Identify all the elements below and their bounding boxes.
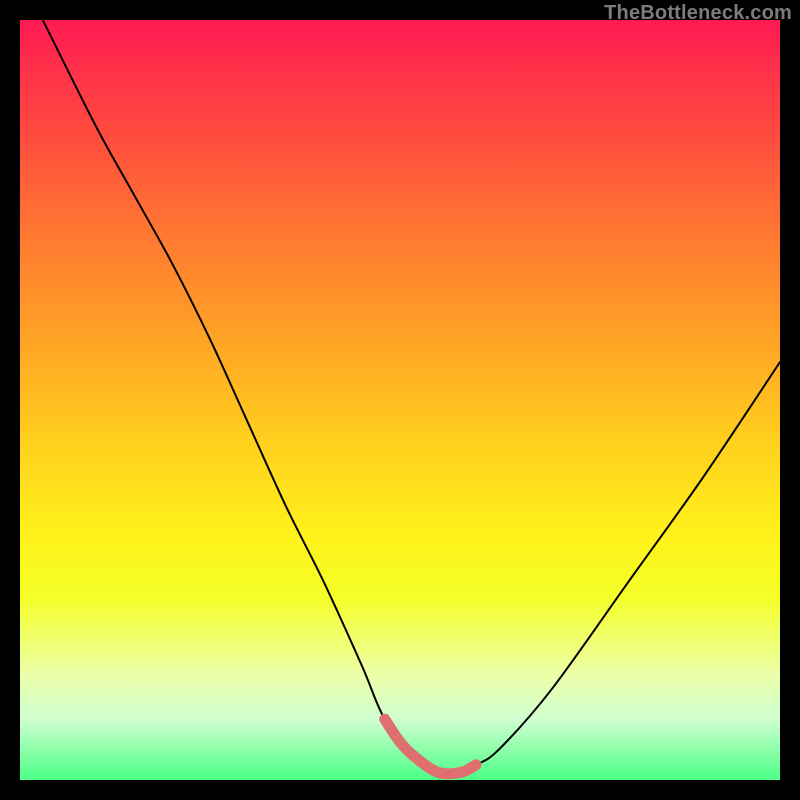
watermark-text: TheBottleneck.com: [604, 2, 792, 25]
series-highlight: [385, 719, 476, 774]
series-curve: [43, 20, 780, 774]
chart-svg: [20, 20, 780, 780]
plot-area: [20, 20, 780, 780]
chart-container: TheBottleneck.com: [0, 0, 800, 800]
